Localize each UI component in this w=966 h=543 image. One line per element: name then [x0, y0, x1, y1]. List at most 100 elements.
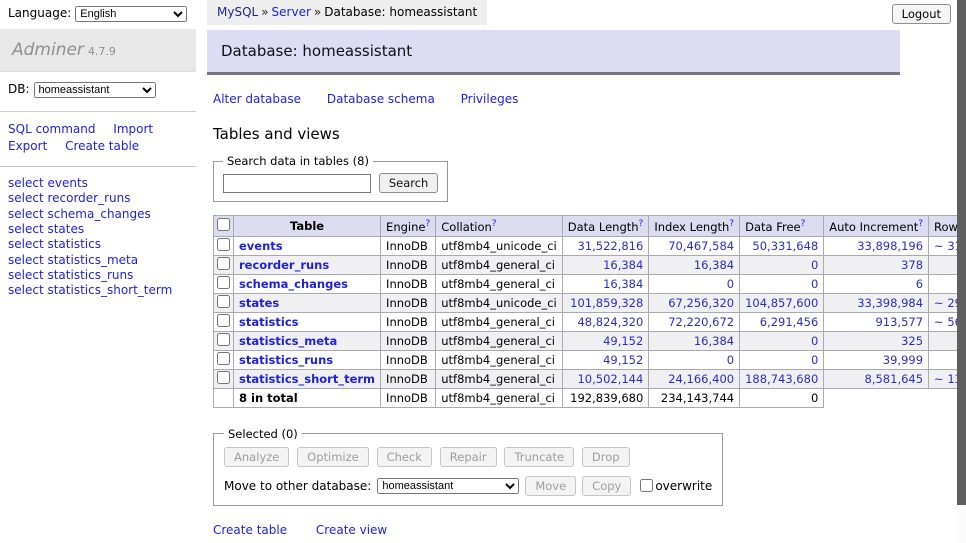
help-link-icon[interactable]: ? [639, 219, 644, 229]
create-table-link[interactable]: Create table [213, 523, 287, 537]
language-select[interactable]: English [75, 6, 187, 22]
auto-increment-link[interactable]: 6 [916, 277, 923, 291]
sidebar-link-create-table[interactable]: Create table [65, 139, 139, 153]
help-link-icon[interactable]: ? [425, 219, 430, 229]
data-length-link[interactable]: 101,859,328 [570, 296, 643, 310]
total-collation: utf8mb4_general_ci [436, 388, 563, 407]
alter-database-link[interactable]: Alter database [213, 92, 301, 106]
sidebar-select-statistics-short-term[interactable]: select statistics_short_term [8, 283, 172, 298]
copy-button[interactable]: Copy [582, 476, 631, 496]
column-label: Data Length [568, 220, 639, 234]
sidebar-select-states[interactable]: select states [8, 222, 84, 237]
column-label: Collation [441, 220, 492, 234]
breadcrumb-server-link[interactable]: Server [272, 5, 311, 19]
index-length-link[interactable]: 0 [727, 277, 734, 291]
data-length-link[interactable]: 31,522,816 [577, 239, 643, 253]
sidebar-select-statistics-meta[interactable]: select statistics_meta [8, 253, 138, 268]
logout-button[interactable]: Logout [892, 4, 951, 24]
table-name-link[interactable]: states [239, 296, 279, 310]
create-view-link[interactable]: Create view [316, 523, 387, 537]
auto-increment-link[interactable]: 325 [901, 334, 923, 348]
data-free-link[interactable]: 6,291,456 [760, 315, 819, 329]
data-free-link[interactable]: 0 [811, 353, 818, 367]
drop-button[interactable]: Drop [582, 447, 630, 467]
auto-increment-link[interactable]: 33,398,984 [857, 296, 923, 310]
truncate-button[interactable]: Truncate [504, 447, 574, 467]
help-link-icon[interactable]: ? [801, 219, 806, 229]
auto-increment-link[interactable]: 913,577 [875, 315, 923, 329]
sidebar-select-statistics[interactable]: select statistics [8, 237, 101, 252]
data-length-link[interactable]: 49,152 [603, 353, 643, 367]
data-length-link[interactable]: 16,384 [603, 277, 643, 291]
breadcrumb-mysql-link[interactable]: MySQL [217, 5, 258, 19]
optimize-button[interactable]: Optimize [297, 447, 369, 467]
table-name-link[interactable]: statistics_short_term [239, 372, 375, 386]
sidebar-select-schema-changes[interactable]: select schema_changes [8, 207, 151, 222]
data-length-link[interactable]: 48,824,320 [577, 315, 643, 329]
row-checkbox[interactable] [217, 238, 230, 251]
data-free-link[interactable]: 188,743,680 [745, 372, 818, 386]
row-checkbox[interactable] [217, 257, 230, 270]
column-label: Index Length [654, 220, 729, 234]
auto-increment-link[interactable]: 378 [901, 258, 923, 272]
row-checkbox[interactable] [217, 295, 230, 308]
index-length-link[interactable]: 16,384 [694, 334, 734, 348]
auto-increment-link[interactable]: 33,898,196 [857, 239, 923, 253]
row-checkbox[interactable] [217, 371, 230, 384]
index-length-link[interactable]: 72,220,672 [668, 315, 734, 329]
search-input[interactable] [223, 174, 371, 193]
index-length-link[interactable]: 67,256,320 [668, 296, 734, 310]
row-checkbox[interactable] [217, 352, 230, 365]
data-free-link[interactable]: 0 [811, 277, 818, 291]
privileges-link[interactable]: Privileges [461, 92, 519, 106]
data-free-link[interactable]: 0 [811, 258, 818, 272]
auto-increment-link[interactable]: 8,581,645 [865, 372, 924, 386]
db-select[interactable]: homeassistant [34, 82, 156, 98]
row-checkbox[interactable] [217, 314, 230, 327]
sidebar-select-recorder-runs[interactable]: select recorder_runs [8, 191, 131, 206]
overwrite-checkbox[interactable] [640, 479, 653, 492]
sidebar-link-export[interactable]: Export [8, 139, 47, 153]
data-length-link[interactable]: 10,502,144 [577, 372, 643, 386]
data-free-link[interactable]: 0 [811, 334, 818, 348]
move-database-select[interactable]: homeassistant [377, 478, 519, 494]
index-length-link[interactable]: 16,384 [694, 258, 734, 272]
vertical-scrollbar[interactable] [957, 0, 966, 543]
table-name-link[interactable]: statistics_runs [239, 353, 333, 367]
help-link-icon[interactable]: ? [918, 219, 923, 229]
data-length-link[interactable]: 49,152 [603, 334, 643, 348]
tables-and-views-heading: Tables and views [213, 125, 900, 143]
help-link-icon[interactable]: ? [729, 219, 734, 229]
collation-cell: utf8mb4_general_ci [436, 312, 563, 331]
row-checkbox[interactable] [217, 276, 230, 289]
data-length-link[interactable]: 16,384 [603, 258, 643, 272]
repair-button[interactable]: Repair [440, 447, 497, 467]
table-name-link[interactable]: statistics [239, 315, 299, 329]
table-row: schema_changes InnoDB utf8mb4_general_ci… [214, 274, 966, 293]
data-free-link[interactable]: 50,331,648 [752, 239, 818, 253]
breadcrumb-current: Database: homeassistant [324, 5, 477, 19]
index-length-link[interactable]: 0 [727, 353, 734, 367]
select-all-checkbox[interactable] [217, 218, 230, 231]
table-name-link[interactable]: events [239, 239, 283, 253]
sidebar-link-import[interactable]: Import [113, 122, 153, 136]
index-length-link[interactable]: 24,166,400 [668, 372, 734, 386]
index-length-link[interactable]: 70,467,584 [668, 239, 734, 253]
check-button[interactable]: Check [377, 447, 432, 467]
table-name-link[interactable]: recorder_runs [239, 258, 329, 272]
move-button[interactable]: Move [525, 476, 576, 496]
move-row: Move to other database: homeassistant Mo… [224, 476, 712, 496]
scrollbar-thumb[interactable] [957, 0, 966, 505]
database-schema-link[interactable]: Database schema [327, 92, 435, 106]
data-free-link[interactable]: 104,857,600 [745, 296, 818, 310]
sidebar-link-sql-command[interactable]: SQL command [8, 122, 95, 136]
table-name-link[interactable]: statistics_meta [239, 334, 337, 348]
auto-increment-link[interactable]: 39,999 [883, 353, 923, 367]
sidebar-select-statistics-runs[interactable]: select statistics_runs [8, 268, 133, 283]
sidebar-select-events[interactable]: select events [8, 176, 88, 191]
table-name-link[interactable]: schema_changes [239, 277, 348, 291]
row-checkbox[interactable] [217, 333, 230, 346]
analyze-button[interactable]: Analyze [224, 447, 289, 467]
search-button[interactable]: Search [379, 173, 439, 193]
help-link-icon[interactable]: ? [492, 219, 497, 229]
